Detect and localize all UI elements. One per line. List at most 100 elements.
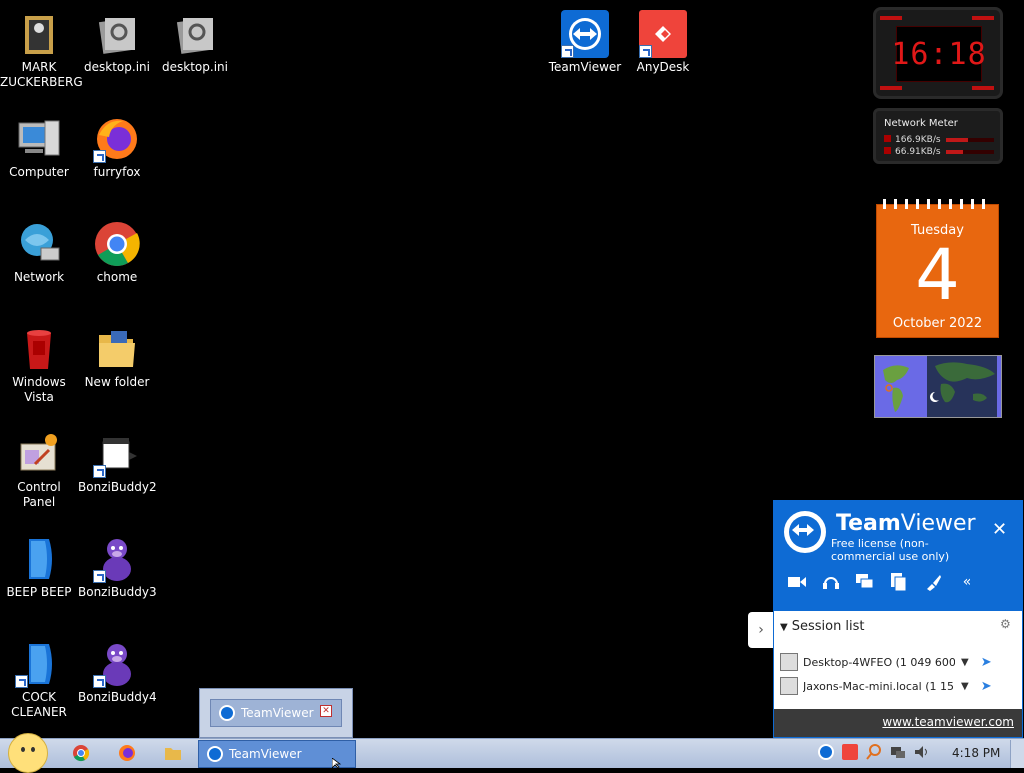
download-meter — [946, 138, 994, 142]
desktop-icon-label: Network — [13, 270, 65, 284]
network-meter-gadget[interactable]: Network Meter 166.9KB/s 66.91KB/s — [873, 108, 1003, 164]
taskbar-clock[interactable]: 4:18 PM — [952, 746, 1000, 760]
control-panel-icon — [15, 430, 63, 478]
anydesk-icon — [639, 10, 687, 58]
taskbar-thumbnail-preview[interactable]: TeamViewer ✕ — [199, 688, 353, 738]
tray-anydesk-icon[interactable] — [842, 744, 858, 760]
file-transfer-icon[interactable] — [888, 571, 910, 593]
user-avatar-icon — [780, 653, 798, 671]
network-meter-upload-row: 66.91KB/s — [884, 147, 941, 157]
gear-icon[interactable]: ⚙ — [1000, 617, 1011, 631]
desktop-icon-label: Computer — [9, 165, 69, 179]
folder-icon — [93, 325, 141, 373]
tray-volume-icon[interactable] — [914, 744, 930, 760]
tray-network-icon[interactable] — [890, 744, 906, 760]
dropdown-arrow-icon[interactable]: ▼ — [961, 657, 969, 668]
shortcut-arrow-icon — [93, 570, 106, 583]
video-camera-icon[interactable] — [786, 571, 808, 593]
taskbar-chrome-icon[interactable] — [72, 744, 92, 764]
start-button[interactable] — [8, 733, 48, 773]
show-desktop-button[interactable] — [1010, 740, 1024, 768]
desktop-icon-computer[interactable]: Computer — [0, 109, 78, 180]
world-map-icon — [875, 356, 1001, 417]
shortcut-arrow-icon — [639, 45, 652, 58]
teamviewer-license-text: Free license (non-commercial use only) — [831, 537, 950, 563]
bonzi-gorilla-icon — [93, 535, 141, 583]
desktop-icon-mark-zuckerberg[interactable]: MARK ZUCKERBERG — [0, 4, 83, 90]
desktop-icon-teamviewer[interactable]: TeamViewer — [546, 4, 624, 75]
calendar-rings — [883, 199, 992, 209]
desktop-icon-windows-vista[interactable]: Windows Vista — [0, 319, 78, 405]
desktop-icon-desktop-ini-2[interactable]: desktop.ini — [156, 4, 234, 75]
blue-book-icon — [15, 535, 63, 583]
task-title: TeamViewer — [229, 747, 302, 761]
dropdown-arrow-icon[interactable]: ▼ — [961, 681, 969, 692]
close-button[interactable]: ✕ — [992, 519, 1007, 540]
desktop-icon-label: COCK CLEANER — [11, 690, 67, 719]
desktop-icon-bonzibuddy4[interactable]: BonziBuddy4 — [78, 634, 157, 705]
teamviewer-expand-tab[interactable]: › — [748, 612, 774, 648]
desktop-icon-bonzibuddy3[interactable]: BonziBuddy3 — [78, 529, 157, 600]
computer-icon — [15, 115, 63, 163]
triangle-down-icon: ▼ — [780, 622, 788, 633]
session-name: Jaxons-Mac-mini.local (1 151 5 — [803, 679, 955, 693]
taskbar-folder-icon[interactable] — [164, 744, 184, 764]
clock-decoration — [880, 16, 902, 20]
session-list-header[interactable]: ▼ Session list — [780, 619, 865, 634]
calendar-gadget[interactable]: Tuesday 4 October 2022 — [876, 199, 999, 338]
desktop-icon-chome[interactable]: chome — [78, 214, 156, 285]
preview-close-button[interactable]: ✕ — [320, 705, 332, 717]
chrome-icon — [93, 220, 141, 268]
desktop-icon-cock-cleaner[interactable]: COCK CLEANER — [0, 634, 78, 720]
taskbar-firefox-icon[interactable] — [118, 744, 138, 764]
desktop-icon-anydesk[interactable]: AnyDesk — [624, 4, 702, 75]
shortcut-arrow-icon — [93, 465, 106, 478]
cursor-arrow-icon[interactable]: ➤ — [981, 679, 992, 694]
teamviewer-logo-icon — [784, 511, 826, 553]
download-speed: 166.9KB/s — [895, 135, 941, 145]
desktop-icon-label: BonziBuddy4 — [78, 690, 157, 704]
shortcut-arrow-icon — [561, 45, 574, 58]
film-clapper-icon — [93, 430, 141, 478]
desktop-icon-network[interactable]: Network — [0, 214, 78, 285]
chat-icon[interactable] — [854, 571, 876, 593]
desktop-icon-label: furryfox — [93, 165, 141, 179]
shortcut-arrow-icon — [93, 150, 106, 163]
desktop-icon-label: Windows Vista — [12, 375, 66, 404]
preview-title: TeamViewer — [241, 706, 314, 720]
session-row[interactable]: Jaxons-Mac-mini.local (1 151 5 ▼ ➤ — [780, 677, 1016, 695]
cursor-arrow-icon[interactable]: ➤ — [981, 655, 992, 670]
tray-teamviewer-icon[interactable] — [818, 744, 834, 760]
desktop-icon-label: TeamViewer — [548, 60, 622, 74]
user-avatar-icon — [780, 677, 798, 695]
network-meter-download-row: 166.9KB/s — [884, 135, 941, 145]
calendar-month: October 2022 — [892, 316, 983, 331]
desktop-icon-label: desktop.ini — [162, 60, 228, 74]
collapse-double-chevron-icon[interactable]: « — [956, 571, 978, 593]
recycle-bin-icon — [15, 325, 63, 373]
desktop-icon-new-folder[interactable]: New folder — [78, 319, 156, 390]
teamviewer-toolbar: « — [786, 571, 978, 593]
desktop-icon-label: Control Panel — [17, 480, 61, 509]
clock-decoration — [972, 16, 994, 20]
desktop-icon-label: desktop.ini — [84, 60, 150, 74]
clock-decoration — [972, 86, 994, 90]
session-row[interactable]: Desktop-4WFEO (1 049 600 75 ▼ ➤ — [780, 653, 1016, 671]
tray-search-icon[interactable] — [866, 744, 882, 760]
desktop-icon-desktop-ini-1[interactable]: desktop.ini — [78, 4, 156, 75]
world-time-map-gadget[interactable] — [874, 355, 1002, 418]
desktop-icon-furryfox[interactable]: furryfox — [78, 109, 156, 180]
teamviewer-footer: www.teamviewer.com — [774, 709, 1022, 737]
desktop-icon-control-panel[interactable]: Control Panel — [0, 424, 78, 510]
network-globe-icon — [15, 220, 63, 268]
clock-decoration — [880, 86, 902, 90]
session-name: Desktop-4WFEO (1 049 600 75 — [803, 655, 955, 669]
desktop-icon-bonzibuddy2[interactable]: BonziBuddy2 — [78, 424, 157, 495]
desktop-icon-beep-beep[interactable]: BEEP BEEP — [0, 529, 78, 600]
teamviewer-website-link[interactable]: www.teamviewer.com — [882, 715, 1014, 729]
whiteboard-brush-icon[interactable] — [922, 571, 944, 593]
headset-icon[interactable] — [820, 571, 842, 593]
teamviewer-small-icon — [207, 746, 223, 762]
upload-speed: 66.91KB/s — [895, 147, 941, 157]
clock-gadget[interactable]: 16:18 — [873, 7, 1003, 99]
